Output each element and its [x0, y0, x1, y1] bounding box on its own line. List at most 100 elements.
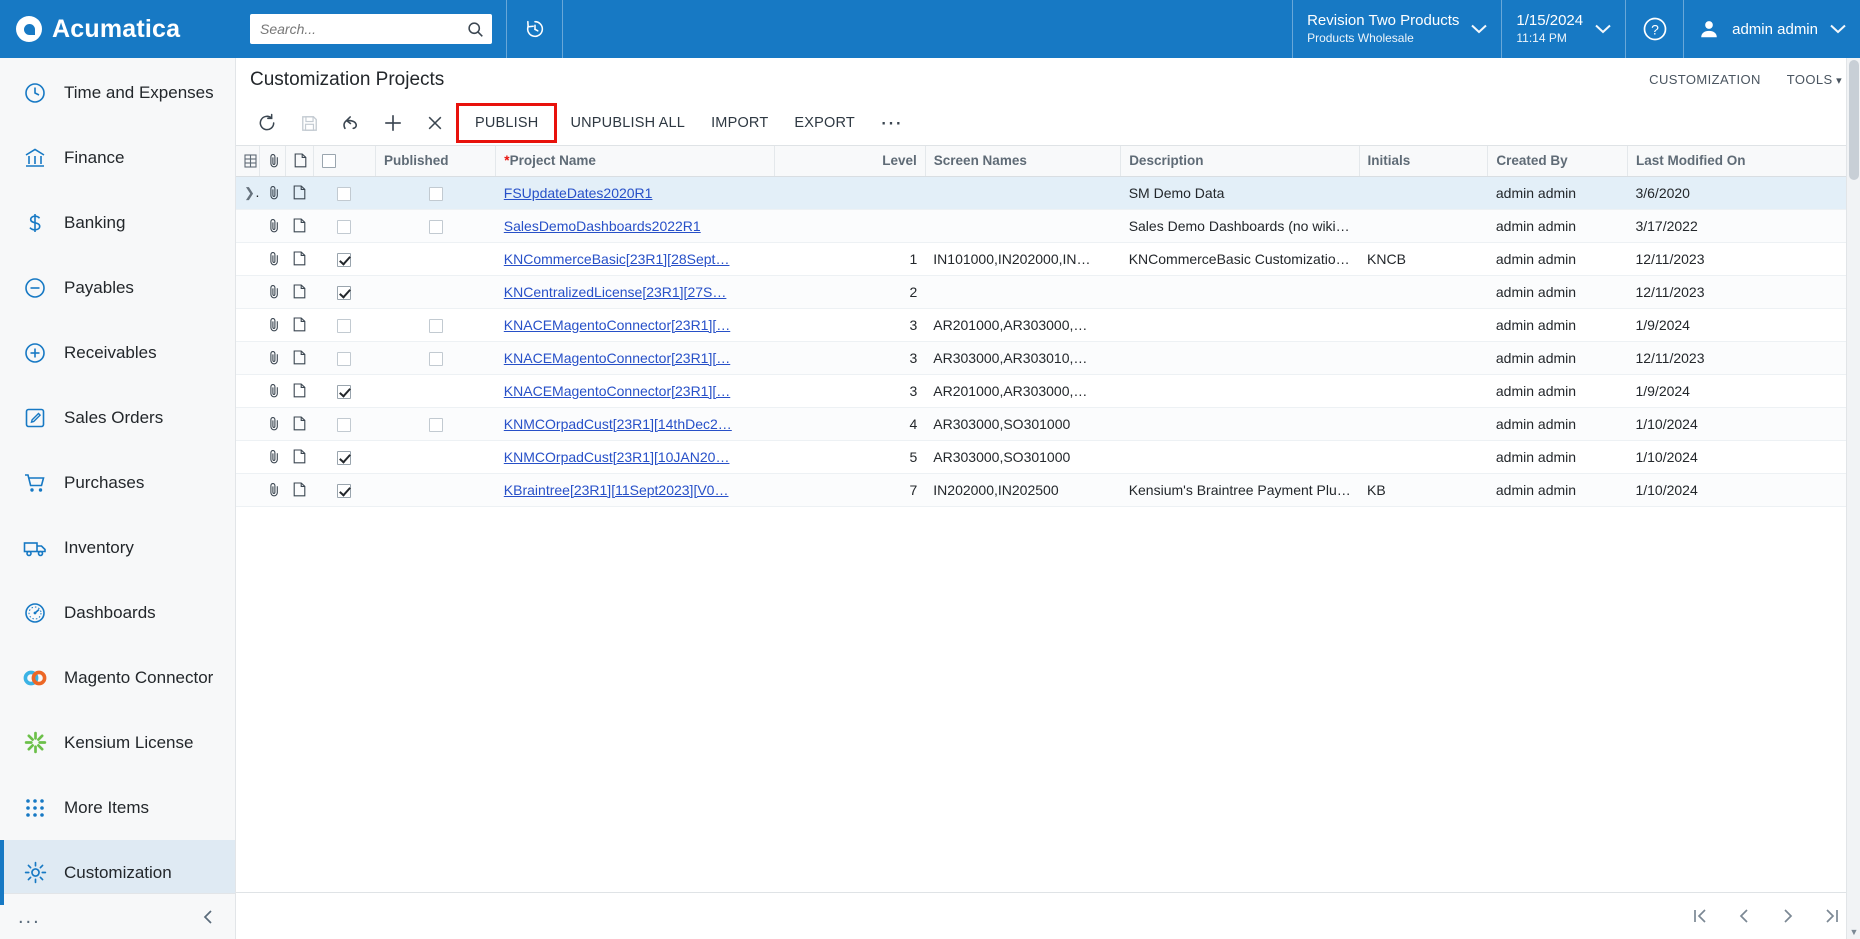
- row-note-icon[interactable]: [285, 407, 314, 441]
- checkbox-icon[interactable]: [428, 219, 443, 234]
- project-name-link[interactable]: KNCommerceBasic[23R1][28Sept…: [504, 251, 730, 267]
- row-project-name[interactable]: KNMCOrpadCust[23R1][10JAN20…: [495, 440, 775, 474]
- row-attachment-icon[interactable]: [259, 308, 286, 342]
- table-row[interactable]: ❯ FSUpdateDates2020R1 SM Demo Data admin ad…: [236, 176, 1860, 210]
- project-name-link[interactable]: SalesDemoDashboards2022R1: [504, 218, 701, 234]
- row-published-checkbox[interactable]: [375, 341, 496, 375]
- row-select-checkbox[interactable]: [313, 440, 376, 474]
- grid-header-last-modified-on[interactable]: Last Modified On: [1627, 146, 1860, 177]
- row-attachment-icon[interactable]: [259, 242, 286, 276]
- row-attachment-icon[interactable]: [259, 407, 286, 441]
- refresh-icon[interactable]: [246, 104, 288, 142]
- undo-icon[interactable]: [330, 104, 372, 142]
- project-name-link[interactable]: KNMCOrpadCust[23R1][10JAN20…: [504, 449, 730, 465]
- first-page-icon[interactable]: [1690, 906, 1710, 926]
- checkbox-icon[interactable]: [428, 318, 443, 333]
- row-attachment-icon[interactable]: [259, 275, 286, 309]
- delete-icon[interactable]: [414, 104, 456, 142]
- table-row[interactable]: KNMCOrpadCust[23R1][14thDec2… 4 AR303000,S…: [236, 407, 1860, 441]
- sidebar-item-more-items[interactable]: More Items: [0, 775, 235, 840]
- note-icon[interactable]: [294, 153, 307, 168]
- row-published-checkbox[interactable]: [375, 242, 496, 276]
- help-button[interactable]: ?: [1625, 0, 1683, 58]
- checkbox-icon[interactable]: [337, 417, 352, 432]
- chevron-right-icon[interactable]: ❯: [244, 184, 260, 200]
- row-published-checkbox[interactable]: [375, 473, 496, 507]
- row-select-checkbox[interactable]: [313, 176, 376, 210]
- table-row[interactable]: KNACEMagentoConnector[23R1][… 3 AR201000,A…: [236, 374, 1860, 408]
- row-select-checkbox[interactable]: [313, 308, 376, 342]
- scroll-down-icon[interactable]: ▼: [1847, 925, 1860, 939]
- checkbox-icon[interactable]: [428, 186, 443, 201]
- table-row[interactable]: SalesDemoDashboards2022R1 Sales Demo Dash…: [236, 209, 1860, 243]
- grid-header-column-settings-icon[interactable]: [236, 146, 261, 177]
- select-all-checkbox[interactable]: [321, 154, 336, 169]
- row-select-checkbox[interactable]: [313, 209, 376, 243]
- export-button[interactable]: EXPORT: [781, 104, 868, 142]
- row-expander[interactable]: [236, 242, 260, 276]
- grid-header-description[interactable]: Description: [1120, 146, 1360, 177]
- row-select-checkbox[interactable]: [313, 374, 376, 408]
- row-project-name[interactable]: KNACEMagentoConnector[23R1][…: [495, 374, 775, 408]
- row-attachment-icon[interactable]: [259, 440, 286, 474]
- row-note-icon[interactable]: [285, 242, 314, 276]
- row-select-checkbox[interactable]: [313, 407, 376, 441]
- row-expander[interactable]: [236, 473, 260, 507]
- search-icon[interactable]: [467, 21, 484, 38]
- row-note-icon[interactable]: [285, 176, 314, 210]
- row-expander[interactable]: [236, 440, 260, 474]
- grid-header-created-by[interactable]: Created By: [1487, 146, 1628, 177]
- sidebar-item-receivables[interactable]: Receivables: [0, 320, 235, 385]
- row-attachment-icon[interactable]: [259, 341, 286, 375]
- row-attachment-icon[interactable]: [259, 209, 286, 243]
- row-expander[interactable]: [236, 308, 260, 342]
- publish-button[interactable]: PUBLISH: [456, 103, 558, 143]
- sidebar-item-purchases[interactable]: Purchases: [0, 450, 235, 515]
- row-project-name[interactable]: KNCentralizedLicense[23R1][27S…: [495, 275, 775, 309]
- row-note-icon[interactable]: [285, 440, 314, 474]
- row-published-checkbox[interactable]: [375, 374, 496, 408]
- paperclip-icon[interactable]: [268, 153, 278, 168]
- row-published-checkbox[interactable]: [375, 209, 496, 243]
- grid-header-project-name[interactable]: *Project Name: [495, 146, 776, 177]
- row-note-icon[interactable]: [285, 473, 314, 507]
- checkbox-icon[interactable]: [428, 351, 443, 366]
- row-select-checkbox[interactable]: [313, 341, 376, 375]
- project-name-link[interactable]: KNACEMagentoConnector[23R1][…: [504, 350, 730, 366]
- row-note-icon[interactable]: [285, 341, 314, 375]
- project-name-link[interactable]: KNACEMagentoConnector[23R1][…: [504, 383, 730, 399]
- grid-header-paperclip-icon[interactable]: [259, 146, 286, 177]
- project-name-link[interactable]: KNACEMagentoConnector[23R1][…: [504, 317, 730, 333]
- brand-logo[interactable]: Acumatica: [0, 0, 236, 58]
- row-project-name[interactable]: SalesDemoDashboards2022R1: [495, 209, 775, 243]
- next-page-icon[interactable]: [1778, 906, 1798, 926]
- row-select-checkbox[interactable]: [313, 275, 376, 309]
- row-project-name[interactable]: KNACEMagentoConnector[23R1][…: [495, 308, 775, 342]
- row-note-icon[interactable]: [285, 209, 314, 243]
- scrollbar-thumb[interactable]: [1849, 60, 1859, 180]
- grid-header-screen-names[interactable]: Screen Names: [925, 146, 1122, 177]
- sidebar-item-inventory[interactable]: Inventory: [0, 515, 235, 580]
- sidebar-item-customization[interactable]: Customization: [0, 840, 235, 893]
- recent-history-icon[interactable]: [506, 0, 562, 58]
- table-row[interactable]: KBraintree[23R1][11Sept2023][V0… 7 IN20200…: [236, 473, 1860, 507]
- row-published-checkbox[interactable]: [375, 275, 496, 309]
- row-project-name[interactable]: KBraintree[23R1][11Sept2023][V0…: [495, 473, 775, 507]
- search-input[interactable]: [260, 21, 467, 37]
- sidebar-item-banking[interactable]: Banking: [0, 190, 235, 255]
- row-project-name[interactable]: KNACEMagentoConnector[23R1][…: [495, 341, 775, 375]
- import-button[interactable]: IMPORT: [698, 104, 781, 142]
- project-name-link[interactable]: FSUpdateDates2020R1: [504, 185, 653, 201]
- checkbox-icon[interactable]: [337, 318, 352, 333]
- table-row[interactable]: KNCommerceBasic[23R1][28Sept… 1 IN101000,I…: [236, 242, 1860, 276]
- column-settings-icon[interactable]: [244, 154, 257, 168]
- row-expander[interactable]: [236, 407, 260, 441]
- toolbar-overflow-button[interactable]: ⋯: [868, 112, 914, 134]
- project-name-link[interactable]: KBraintree[23R1][11Sept2023][V0…: [504, 482, 729, 498]
- grid-header-initials[interactable]: Initials: [1359, 146, 1489, 177]
- table-row[interactable]: KNCentralizedLicense[23R1][27S… 2 admin ad…: [236, 275, 1860, 309]
- table-row[interactable]: KNACEMagentoConnector[23R1][… 3 AR303000,A…: [236, 341, 1860, 375]
- checkbox-icon[interactable]: [337, 384, 352, 399]
- row-published-checkbox[interactable]: [375, 440, 496, 474]
- sidebar-item-time-and-expenses[interactable]: Time and Expenses: [0, 60, 235, 125]
